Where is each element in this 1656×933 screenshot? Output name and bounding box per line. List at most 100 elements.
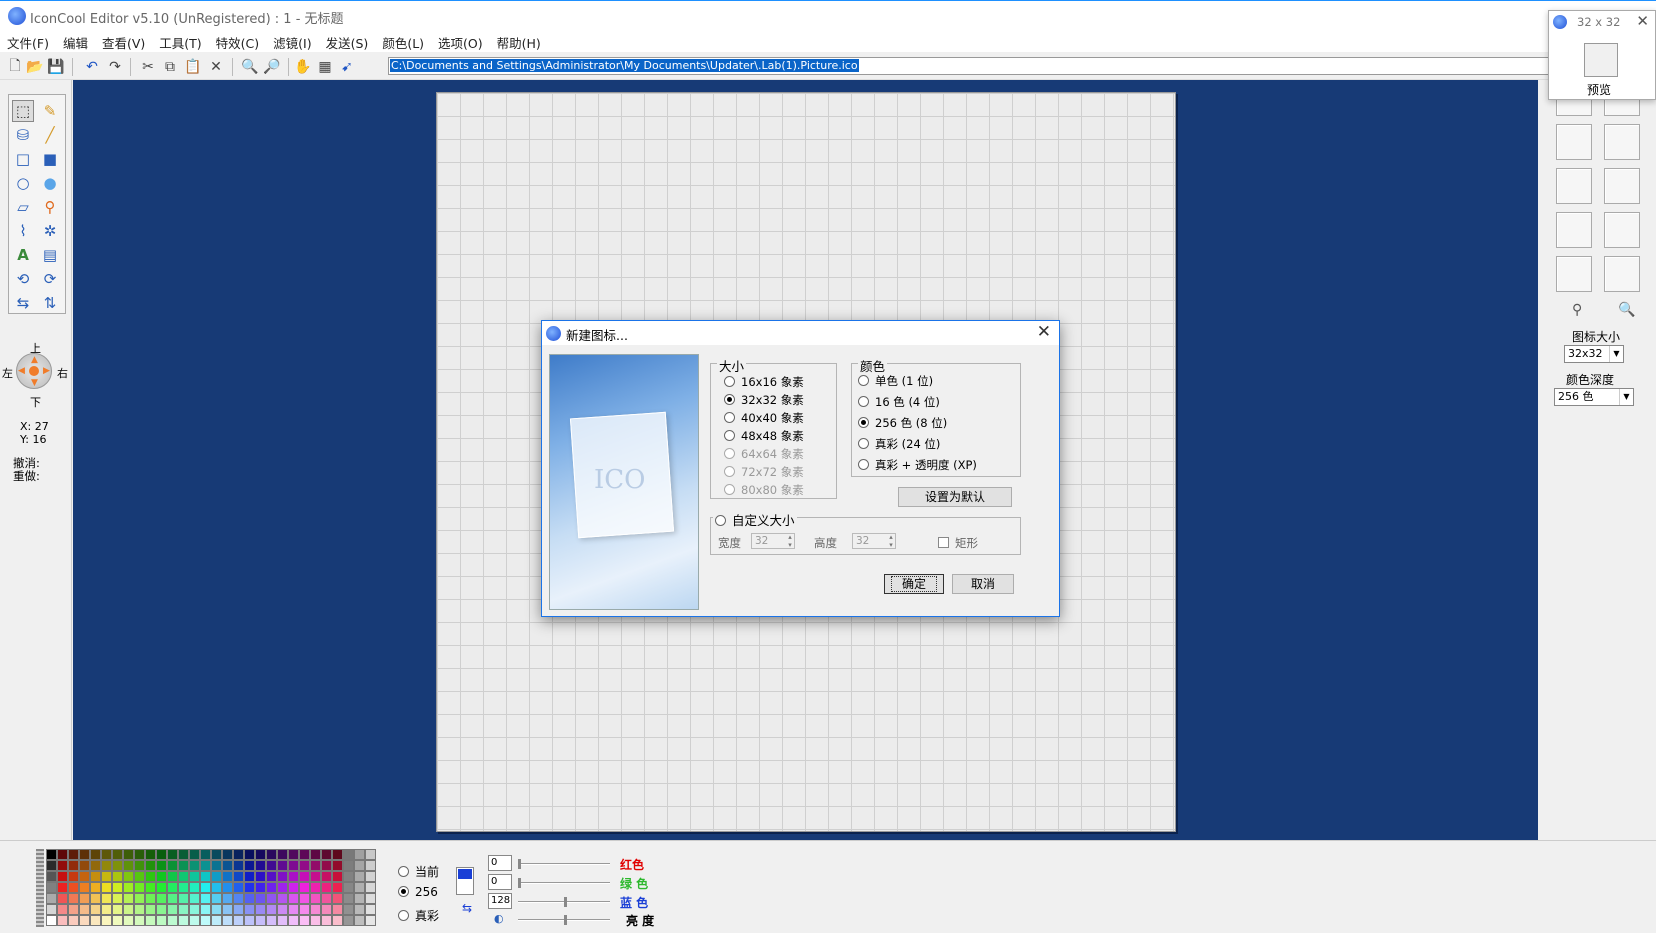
palette-swatch[interactable] xyxy=(101,871,112,882)
palette-swatch[interactable] xyxy=(211,860,222,871)
palette-swatch[interactable] xyxy=(167,860,178,871)
icon-slot[interactable] xyxy=(1556,212,1592,248)
radio-icon[interactable] xyxy=(858,375,869,386)
palette-swatch[interactable] xyxy=(57,860,68,871)
palette-swatch[interactable] xyxy=(145,882,156,893)
palette-swatch[interactable] xyxy=(200,849,211,860)
palette-swatch[interactable] xyxy=(211,893,222,904)
palette-swatch[interactable] xyxy=(90,904,101,915)
palette-swatch[interactable] xyxy=(156,871,167,882)
palette-swatch[interactable] xyxy=(244,871,255,882)
paste-icon[interactable]: 📋 xyxy=(183,57,203,77)
palette-swatch[interactable] xyxy=(365,860,376,871)
size-16[interactable]: 16x16 象素 xyxy=(724,374,804,390)
color-depth-select[interactable]: 256 色 ▼ xyxy=(1554,388,1634,406)
palette-swatch[interactable] xyxy=(222,915,233,926)
swap-colors-icon[interactable]: ⇆ xyxy=(462,901,472,915)
palette-swatch[interactable] xyxy=(321,849,332,860)
palette-swatch[interactable] xyxy=(156,893,167,904)
palette-swatch[interactable] xyxy=(266,915,277,926)
palette-swatch[interactable] xyxy=(299,860,310,871)
palette-swatch[interactable] xyxy=(167,849,178,860)
palette-swatch[interactable] xyxy=(134,893,145,904)
palette-swatch[interactable] xyxy=(321,915,332,926)
palette-swatch[interactable] xyxy=(255,904,266,915)
menu-options[interactable]: 选项(O) xyxy=(431,30,490,55)
palette-swatch[interactable] xyxy=(233,860,244,871)
palette-swatch[interactable] xyxy=(68,871,79,882)
mode-current[interactable]: 当前 xyxy=(398,863,439,880)
palette-swatch[interactable] xyxy=(321,871,332,882)
zoom-in-icon[interactable]: 🔍 xyxy=(240,57,260,77)
icon-size-select[interactable]: 32x32 ▼ xyxy=(1564,345,1624,363)
path-field[interactable]: C:\Documents and Settings\Administrator\… xyxy=(388,57,1550,75)
palette-swatch[interactable] xyxy=(332,904,343,915)
palette-swatch[interactable] xyxy=(123,871,134,882)
brightness-slider[interactable] xyxy=(518,915,610,925)
size-48[interactable]: 48x48 象素 xyxy=(724,428,804,444)
radio-icon[interactable] xyxy=(858,438,869,449)
palette-swatch[interactable] xyxy=(277,915,288,926)
radio-icon[interactable] xyxy=(398,866,409,877)
icon-slot[interactable] xyxy=(1604,168,1640,204)
picker-icon[interactable]: ⚲ xyxy=(39,196,61,218)
palette-swatch[interactable] xyxy=(46,904,57,915)
palette-swatch[interactable] xyxy=(365,904,376,915)
text-icon[interactable]: A xyxy=(12,244,34,266)
palette-swatch[interactable] xyxy=(211,849,222,860)
palette-swatch[interactable] xyxy=(178,904,189,915)
hand-icon[interactable]: ✋ xyxy=(293,57,313,77)
radio-icon[interactable] xyxy=(858,459,869,470)
palette-swatch[interactable] xyxy=(288,904,299,915)
size-32[interactable]: 32x32 象素 xyxy=(724,392,804,408)
palette-swatch[interactable] xyxy=(178,860,189,871)
palette-swatch[interactable] xyxy=(299,915,310,926)
palette-swatch[interactable] xyxy=(189,893,200,904)
palette-swatch[interactable] xyxy=(90,915,101,926)
menu-tools[interactable]: 工具(T) xyxy=(152,30,208,55)
palette-swatch[interactable] xyxy=(200,860,211,871)
color-palette[interactable] xyxy=(46,849,376,926)
delete-icon[interactable]: ✕ xyxy=(206,57,226,77)
palette-swatch[interactable] xyxy=(112,871,123,882)
palette-swatch[interactable] xyxy=(233,849,244,860)
palette-swatch[interactable] xyxy=(288,893,299,904)
palette-swatch[interactable] xyxy=(343,849,354,860)
palette-swatch[interactable] xyxy=(255,849,266,860)
palette-swatch[interactable] xyxy=(145,860,156,871)
palette-swatch[interactable] xyxy=(134,871,145,882)
palette-swatch[interactable] xyxy=(255,882,266,893)
palette-swatch[interactable] xyxy=(343,904,354,915)
radio-icon[interactable] xyxy=(398,910,409,921)
menu-view[interactable]: 查看(V) xyxy=(95,30,152,55)
palette-swatch[interactable] xyxy=(244,882,255,893)
palette-swatch[interactable] xyxy=(354,882,365,893)
palette-swatch[interactable] xyxy=(79,893,90,904)
palette-swatch[interactable] xyxy=(310,904,321,915)
new-icon[interactable]: 🗋 xyxy=(5,57,25,77)
palette-swatch[interactable] xyxy=(365,871,376,882)
palette-swatch[interactable] xyxy=(101,893,112,904)
palette-swatch[interactable] xyxy=(178,893,189,904)
palette-swatch[interactable] xyxy=(178,849,189,860)
palette-swatch[interactable] xyxy=(244,849,255,860)
blue-value[interactable]: 128 xyxy=(488,893,512,909)
palette-swatch[interactable] xyxy=(277,904,288,915)
palette-swatch[interactable] xyxy=(255,893,266,904)
palette-swatch[interactable] xyxy=(68,882,79,893)
palette-swatch[interactable] xyxy=(299,882,310,893)
palette-swatch[interactable] xyxy=(310,893,321,904)
palette-swatch[interactable] xyxy=(222,893,233,904)
palette-swatch[interactable] xyxy=(68,860,79,871)
close-icon[interactable]: ✕ xyxy=(1037,322,1051,342)
palette-swatch[interactable] xyxy=(90,860,101,871)
palette-swatch[interactable] xyxy=(288,849,299,860)
set-default-button[interactable]: 设置为默认 xyxy=(898,487,1012,507)
palette-swatch[interactable] xyxy=(123,904,134,915)
palette-swatch[interactable] xyxy=(46,871,57,882)
palette-swatch[interactable] xyxy=(46,893,57,904)
palette-swatch[interactable] xyxy=(178,915,189,926)
pencil-icon[interactable]: ✎ xyxy=(39,100,61,122)
palette-swatch[interactable] xyxy=(332,871,343,882)
palette-swatch[interactable] xyxy=(167,893,178,904)
